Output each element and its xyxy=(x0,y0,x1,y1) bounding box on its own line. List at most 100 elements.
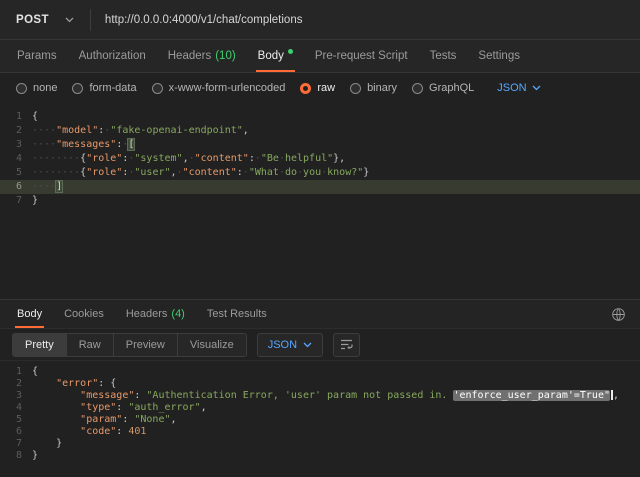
code-text: { xyxy=(32,110,38,124)
code-line[interactable]: 3····"messages":·[ xyxy=(0,138,640,152)
response-format-dropdown[interactable]: JSON xyxy=(257,333,323,357)
line-number: 6 xyxy=(0,180,32,194)
line-number: 4 xyxy=(0,152,32,166)
body-mode-label: raw xyxy=(317,82,335,94)
line-number: 2 xyxy=(0,124,32,138)
tab-headers[interactable]: Headers(10) xyxy=(157,40,247,72)
network-status-button[interactable] xyxy=(611,307,626,322)
code-text: } xyxy=(32,450,38,462)
tab-cookies[interactable]: Cookies xyxy=(53,300,115,328)
globe-icon xyxy=(611,307,626,322)
radio-icon xyxy=(152,83,163,94)
body-mode-raw[interactable]: raw xyxy=(300,82,335,94)
url-input[interactable]: http://0.0.0.0:4000/v1/chat/completions xyxy=(91,14,303,26)
body-mode-row: none form-data x-www-form-urlencoded raw bin… xyxy=(0,73,640,103)
code-line[interactable]: 7} xyxy=(0,194,640,208)
radio-icon xyxy=(350,83,361,94)
tab-label: Body xyxy=(258,50,284,62)
radio-icon xyxy=(412,83,423,94)
view-raw[interactable]: Raw xyxy=(66,334,113,356)
wrap-text-icon xyxy=(340,339,353,350)
code-line[interactable]: 4········{"role":·"system",·"content":·"… xyxy=(0,152,640,166)
tab-params[interactable]: Params xyxy=(6,40,68,72)
method-selector[interactable]: POST xyxy=(0,14,90,26)
line-number: 3 xyxy=(0,390,32,402)
request-editor[interactable]: 1{2····"model":·"fake-openai-endpoint",3… xyxy=(0,103,640,299)
line-number: 5 xyxy=(0,166,32,180)
code-line[interactable]: 1{ xyxy=(0,110,640,124)
request-url-bar: POST http://0.0.0.0:4000/v1/chat/complet… xyxy=(0,0,640,40)
body-mode-label: binary xyxy=(367,82,397,94)
code-text: } xyxy=(32,438,62,450)
response-tabs: Body Cookies Headers(4) Test Results xyxy=(6,300,611,328)
tab-body[interactable]: Body xyxy=(247,40,304,72)
tab-body[interactable]: Body xyxy=(6,300,53,328)
tab-pre-request-script[interactable]: Pre-request Script xyxy=(304,40,419,72)
tab-tests[interactable]: Tests xyxy=(419,40,468,72)
body-mode-graphql[interactable]: GraphQL xyxy=(412,82,474,94)
code-text: ········{"role":·"user",·"content":·"Wha… xyxy=(32,166,369,180)
view-pretty[interactable]: Pretty xyxy=(13,334,66,356)
body-format-dropdown[interactable]: JSON xyxy=(497,82,540,94)
code-line[interactable]: 7 } xyxy=(0,438,640,450)
code-text: } xyxy=(32,194,38,208)
line-number: 1 xyxy=(0,110,32,124)
chevron-down-icon xyxy=(65,17,74,23)
code-line[interactable]: 5 "param": "None", xyxy=(0,414,640,426)
tab-headers[interactable]: Headers(4) xyxy=(115,300,196,328)
response-view-switcher: PrettyRawPreviewVisualize xyxy=(12,333,247,357)
code-line[interactable]: 5········{"role":·"user",·"content":·"Wh… xyxy=(0,166,640,180)
code-text: "param": "None", xyxy=(32,414,177,426)
response-format-label: JSON xyxy=(268,339,297,351)
tab-label: Tests xyxy=(430,50,457,62)
code-line[interactable]: 3 "message": "Authentication Error, 'use… xyxy=(0,390,640,402)
body-mode-label: none xyxy=(33,82,57,94)
line-number: 7 xyxy=(0,194,32,208)
code-text: "type": "auth_error", xyxy=(32,402,207,414)
view-preview[interactable]: Preview xyxy=(113,334,177,356)
code-text: ····] xyxy=(32,180,62,194)
line-number: 2 xyxy=(0,378,32,390)
method-label: POST xyxy=(16,14,49,26)
code-text: "code": 401 xyxy=(32,426,146,438)
api-client-window: POST http://0.0.0.0:4000/v1/chat/complet… xyxy=(0,0,640,477)
body-format-label: JSON xyxy=(497,82,526,94)
tab-settings[interactable]: Settings xyxy=(467,40,531,72)
body-mode-x-www-form-urlencoded[interactable]: x-www-form-urlencoded xyxy=(152,82,286,94)
tab-test-results[interactable]: Test Results xyxy=(196,300,278,328)
line-number: 5 xyxy=(0,414,32,426)
code-text: ········{"role":·"system",·"content":·"B… xyxy=(32,152,345,166)
code-line[interactable]: 2····"model":·"fake-openai-endpoint", xyxy=(0,124,640,138)
response-toolbar: PrettyRawPreviewVisualize JSON xyxy=(0,329,640,361)
body-mode-form-data[interactable]: form-data xyxy=(72,82,136,94)
tab-label: Test Results xyxy=(207,308,267,320)
view-visualize[interactable]: Visualize xyxy=(177,334,246,356)
body-mode-binary[interactable]: binary xyxy=(350,82,397,94)
line-number: 1 xyxy=(0,366,32,378)
chevron-down-icon xyxy=(303,342,312,348)
unsaved-changes-dot-icon xyxy=(288,49,293,54)
tab-authorization[interactable]: Authorization xyxy=(68,40,157,72)
tab-count-badge: (10) xyxy=(215,50,235,62)
line-number: 8 xyxy=(0,450,32,462)
code-line[interactable]: 1{ xyxy=(0,366,640,378)
selected-text: 'enforce_user_param'=True" xyxy=(453,390,610,401)
code-line[interactable]: 6····] xyxy=(0,180,640,194)
code-text: { xyxy=(32,366,38,378)
tab-label: Headers xyxy=(126,308,168,320)
wrap-text-button[interactable] xyxy=(333,333,360,357)
code-line[interactable]: 6 "code": 401 xyxy=(0,426,640,438)
radio-icon xyxy=(300,83,311,94)
line-number: 7 xyxy=(0,438,32,450)
tab-label: Pre-request Script xyxy=(315,50,408,62)
tab-label: Params xyxy=(17,50,57,62)
code-line[interactable]: 2 "error": { xyxy=(0,378,640,390)
response-header: Body Cookies Headers(4) Test Results xyxy=(0,299,640,329)
tab-label: Cookies xyxy=(64,308,104,320)
body-mode-label: x-www-form-urlencoded xyxy=(169,82,286,94)
code-line[interactable]: 8} xyxy=(0,450,640,462)
code-line[interactable]: 4 "type": "auth_error", xyxy=(0,402,640,414)
body-mode-none[interactable]: none xyxy=(16,82,57,94)
response-editor[interactable]: 1{2 "error": {3 "message": "Authenticati… xyxy=(0,361,640,477)
tab-count-badge: (4) xyxy=(171,308,184,320)
